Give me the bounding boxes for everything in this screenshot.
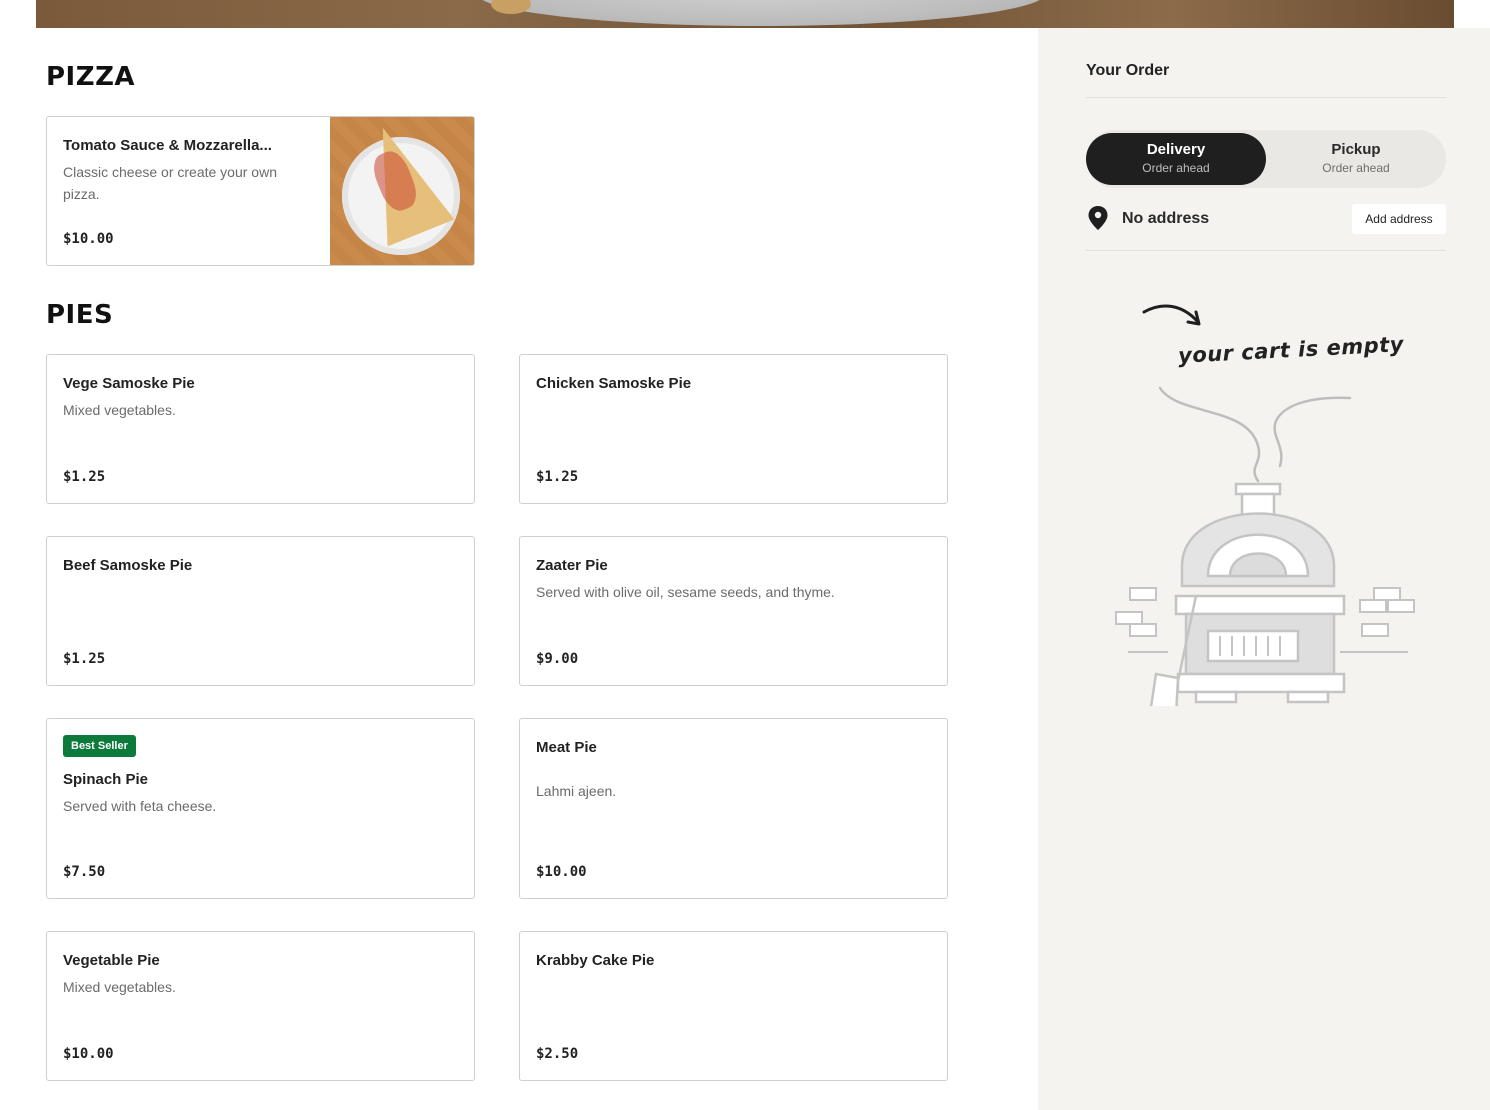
item-name: Tomato Sauce & Mozzarella...	[63, 137, 272, 154]
hero-food	[491, 0, 531, 14]
menu-item-card[interactable]: Tomato Sauce & Mozzarella... Classic che…	[46, 116, 475, 266]
menu-item-card[interactable]: Best Seller Spinach Pie Served with feta…	[46, 718, 475, 899]
best-seller-badge: Best Seller	[63, 735, 136, 757]
menu-item-card[interactable]: Meat Pie Lahmi ajeen. $10.00	[519, 718, 948, 899]
item-price: $1.25	[63, 651, 106, 667]
order-sidebar: Your Order Delivery Order ahead Pickup O…	[1038, 28, 1490, 1110]
item-name: Meat Pie	[536, 739, 597, 756]
item-price: $10.00	[63, 231, 114, 247]
order-title: Your Order	[1086, 62, 1170, 79]
item-description: Classic cheese or create your own pizza.	[63, 164, 277, 202]
delivery-option[interactable]: Delivery Order ahead	[1086, 133, 1266, 185]
item-name: Chicken Samoske Pie	[536, 375, 692, 392]
pickup-option[interactable]: Pickup Order ahead	[1266, 133, 1446, 185]
add-address-button[interactable]: Add address	[1352, 204, 1446, 234]
item-name: Krabby Cake Pie	[536, 952, 655, 969]
divider	[1086, 97, 1446, 98]
menu-item-card[interactable]: Vege Samoske Pie Mixed vegetables. $1.25	[46, 354, 475, 504]
address-row: No address Add address	[1086, 202, 1446, 236]
item-description: Lahmi ajeen.	[536, 783, 617, 799]
item-name: Vegetable Pie	[63, 952, 160, 969]
pizza-slice-image	[330, 117, 474, 265]
item-price: $10.00	[536, 864, 587, 880]
item-description: Served with feta cheese.	[63, 798, 217, 814]
hero-banner-image	[36, 0, 1454, 28]
item-price: $2.50	[536, 1046, 579, 1062]
item-name: Beef Samoske Pie	[63, 557, 193, 574]
item-name: Spinach Pie	[63, 771, 149, 788]
menu-item-card[interactable]: Vegetable Pie Mixed vegetables. $10.00	[46, 931, 475, 1081]
item-description: Served with olive oil, sesame seeds, and…	[536, 584, 835, 600]
item-description: Mixed vegetables.	[63, 979, 176, 995]
delivery-sublabel: Order ahead	[1142, 161, 1210, 175]
menu-item-card[interactable]: Zaater Pie Served with olive oil, sesame…	[519, 536, 948, 686]
section-title-pizza: PIZZA	[46, 62, 136, 92]
fulfillment-toggle: Delivery Order ahead Pickup Order ahead	[1086, 130, 1446, 188]
pizza-oven-illustration	[1115, 386, 1415, 706]
address-status: No address	[1122, 210, 1210, 227]
menu-item-card[interactable]: Krabby Cake Pie $2.50	[519, 931, 948, 1081]
delivery-label: Delivery	[1146, 141, 1206, 158]
item-price: $10.00	[63, 1046, 114, 1062]
item-price: $1.25	[63, 469, 106, 485]
divider	[1086, 250, 1446, 251]
item-price: $7.50	[63, 864, 106, 880]
location-pin-icon	[1088, 206, 1108, 230]
hero-plate	[476, 0, 1046, 26]
pickup-sublabel: Order ahead	[1322, 161, 1390, 175]
pickup-label: Pickup	[1331, 141, 1381, 158]
item-price: $9.00	[536, 651, 579, 667]
menu-list: PIZZA Tomato Sauce & Mozzarella... Class…	[0, 28, 1038, 1110]
item-price: $1.25	[536, 469, 579, 485]
item-name: Vege Samoske Pie	[63, 375, 195, 392]
item-name: Zaater Pie	[536, 557, 608, 574]
item-description: Mixed vegetables.	[63, 402, 176, 418]
menu-item-card[interactable]: Chicken Samoske Pie $1.25	[519, 354, 948, 504]
section-title-pies: PIES	[46, 300, 114, 330]
menu-item-card[interactable]: Beef Samoske Pie $1.25	[46, 536, 475, 686]
